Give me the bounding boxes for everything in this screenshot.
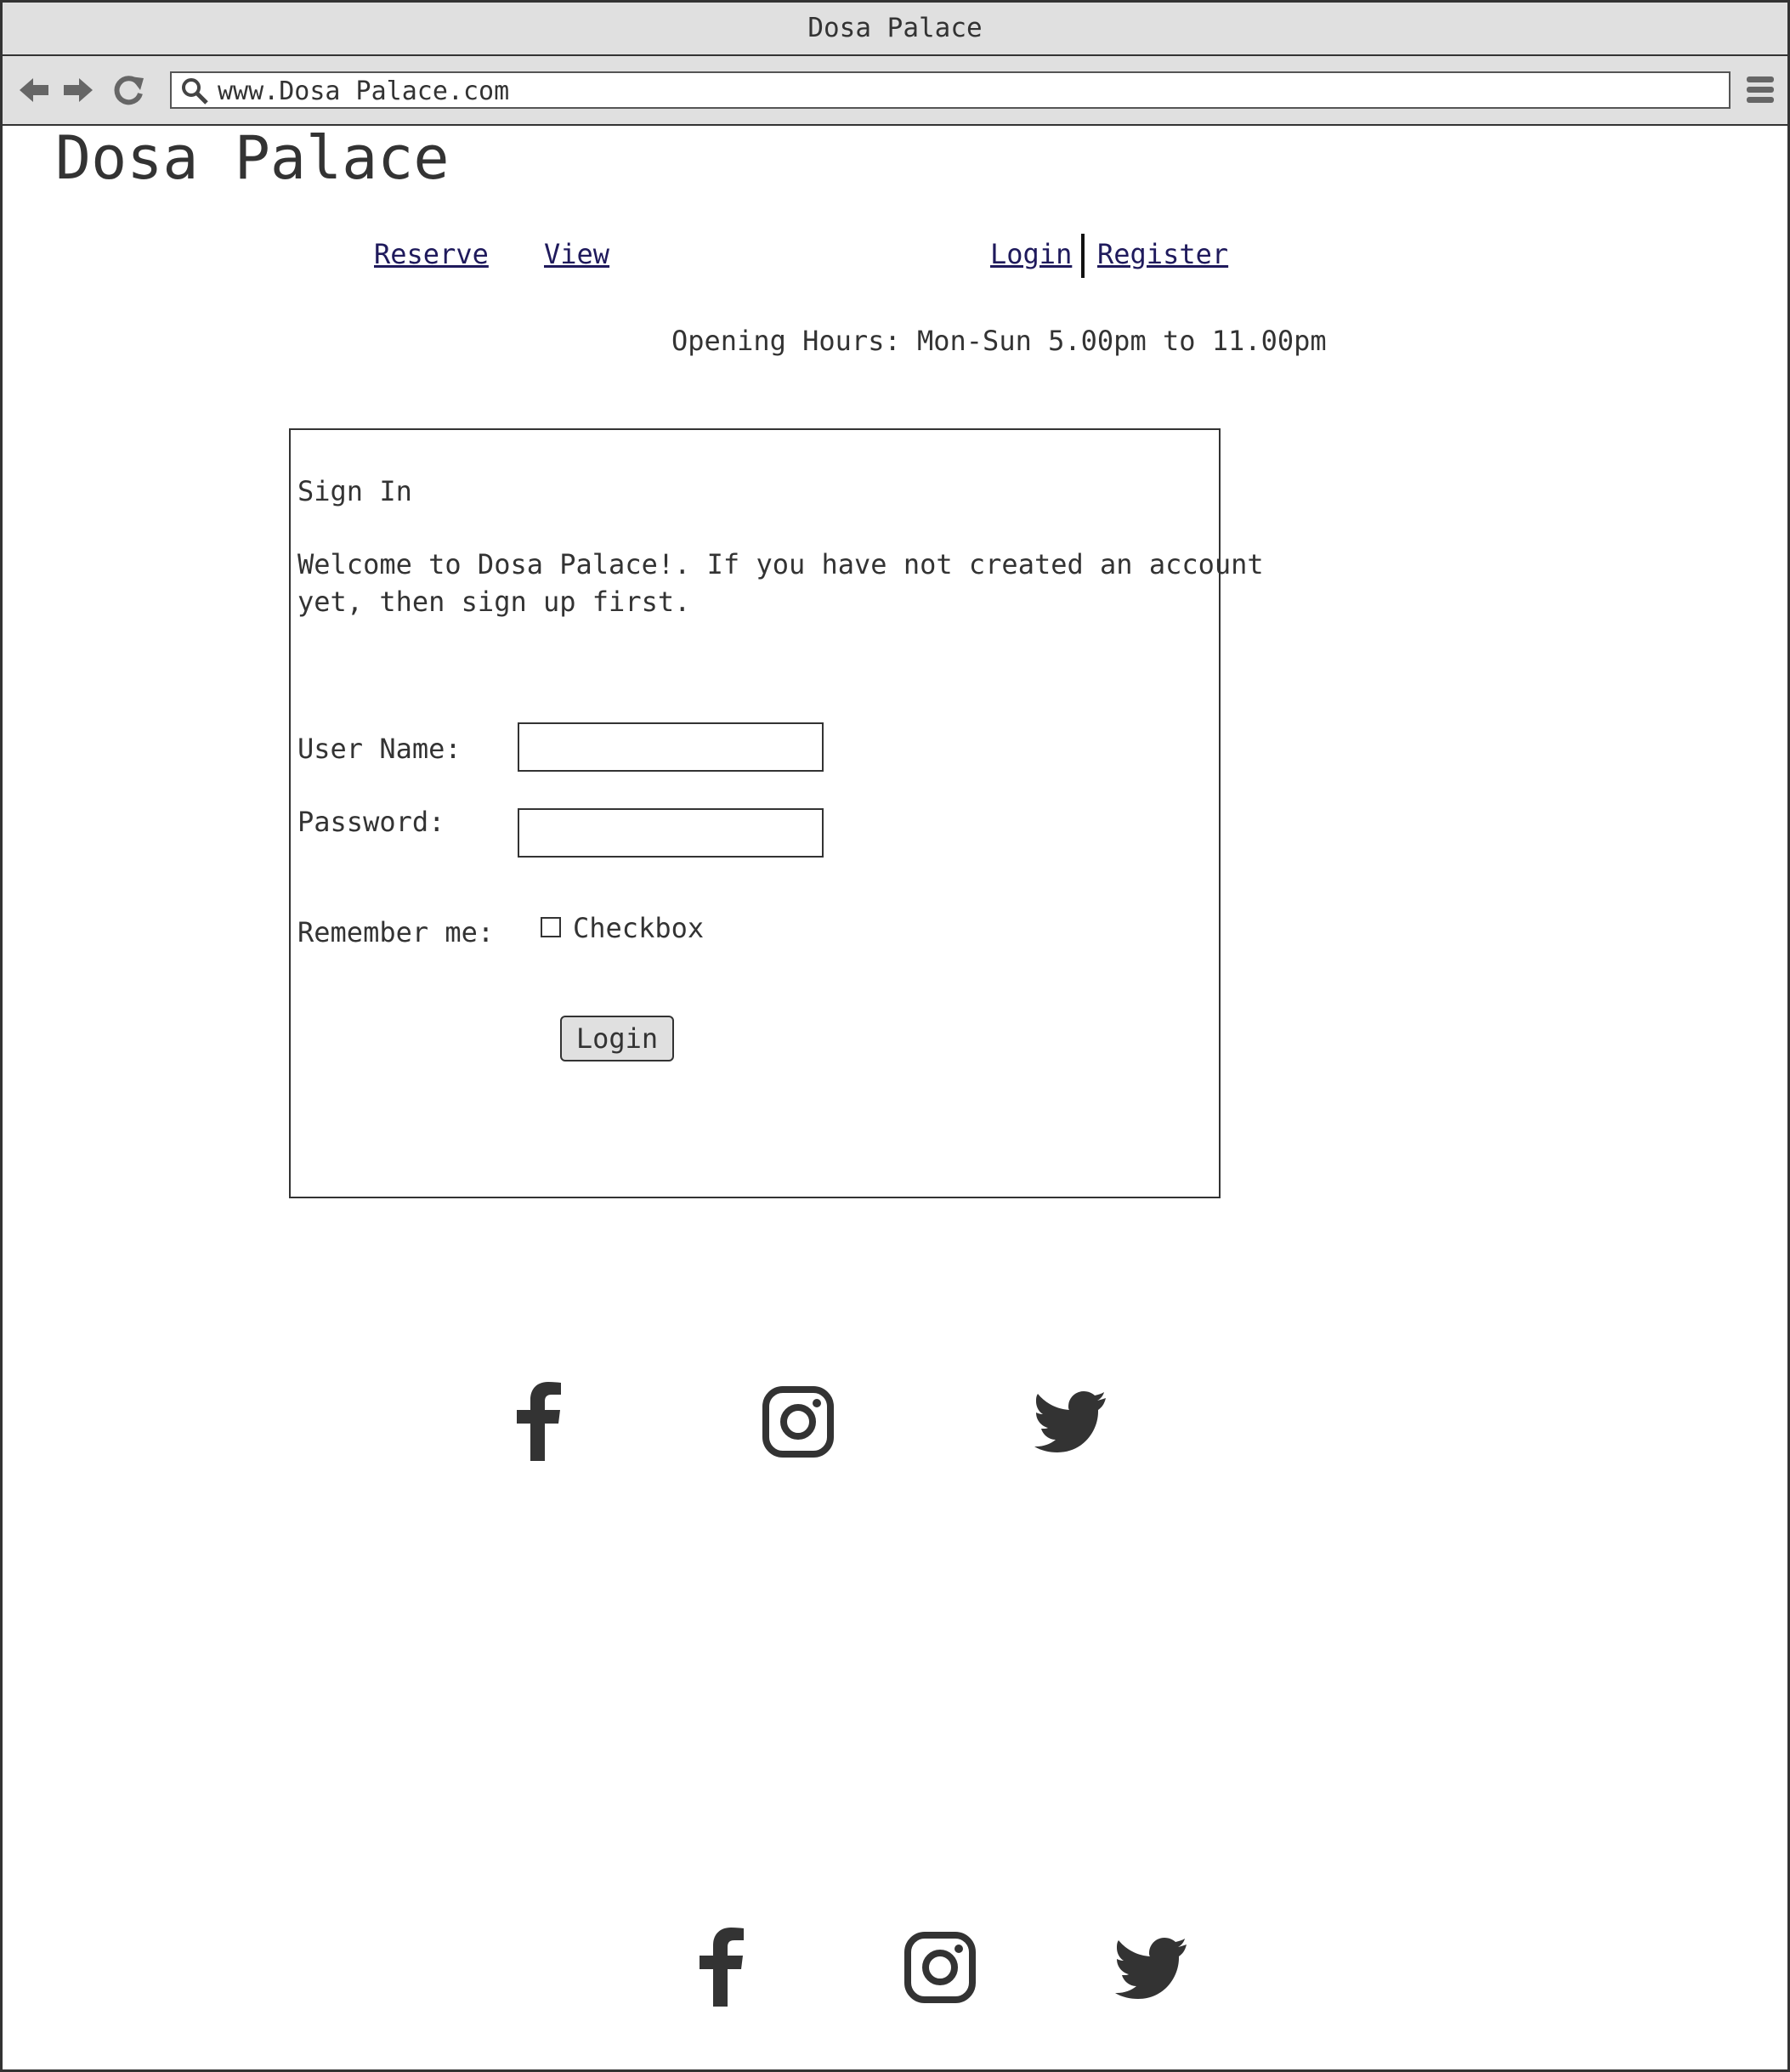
window-title: Dosa Palace (3, 3, 1787, 56)
password-label: Password: (297, 806, 445, 838)
forward-arrow-icon[interactable] (59, 71, 96, 109)
back-arrow-icon[interactable] (16, 71, 54, 109)
remember-me-label: Remember me: (297, 916, 495, 948)
nav-reserve-link[interactable]: Reserve (374, 237, 489, 271)
username-input[interactable] (518, 722, 824, 772)
browser-toolbar: www.Dosa Palace.com (3, 56, 1787, 126)
address-bar[interactable]: www.Dosa Palace.com (170, 71, 1731, 109)
site-title: Dosa Palace (55, 123, 450, 193)
password-input[interactable] (518, 808, 824, 858)
reload-icon[interactable] (110, 71, 147, 109)
nav-register-link[interactable]: Register (1097, 237, 1228, 271)
opening-hours: Opening Hours: Mon-Sun 5.00pm to 11.00pm (671, 325, 1327, 357)
hamburger-menu-icon[interactable] (1745, 73, 1776, 107)
welcome-text-line1: Welcome to Dosa Palace!. If you have not… (297, 548, 1264, 580)
login-button[interactable]: Login (560, 1016, 674, 1061)
facebook-icon[interactable] (513, 1381, 564, 1461)
checkbox-label[interactable]: Checkbox (573, 909, 704, 947)
twitter-icon[interactable] (1034, 1390, 1107, 1452)
instagram-icon[interactable] (762, 1386, 834, 1458)
twitter-icon[interactable] (1115, 1936, 1188, 1999)
search-icon (180, 76, 209, 105)
facebook-icon[interactable] (695, 1927, 746, 2007)
nav-divider (1081, 234, 1085, 278)
signin-heading: Sign In (297, 475, 412, 507)
nav-login-link[interactable]: Login (990, 237, 1072, 271)
url-text[interactable]: www.Dosa Palace.com (218, 73, 509, 110)
browser-window: Dosa Palace www.Dosa Palace.com Dosa Pal… (0, 0, 1790, 2072)
remember-me-checkbox[interactable] (541, 917, 561, 937)
username-label: User Name: (297, 733, 462, 765)
welcome-text-line2: yet, then sign up first. (297, 586, 691, 618)
instagram-icon[interactable] (904, 1932, 976, 2003)
nav-view-link[interactable]: View (544, 237, 609, 271)
